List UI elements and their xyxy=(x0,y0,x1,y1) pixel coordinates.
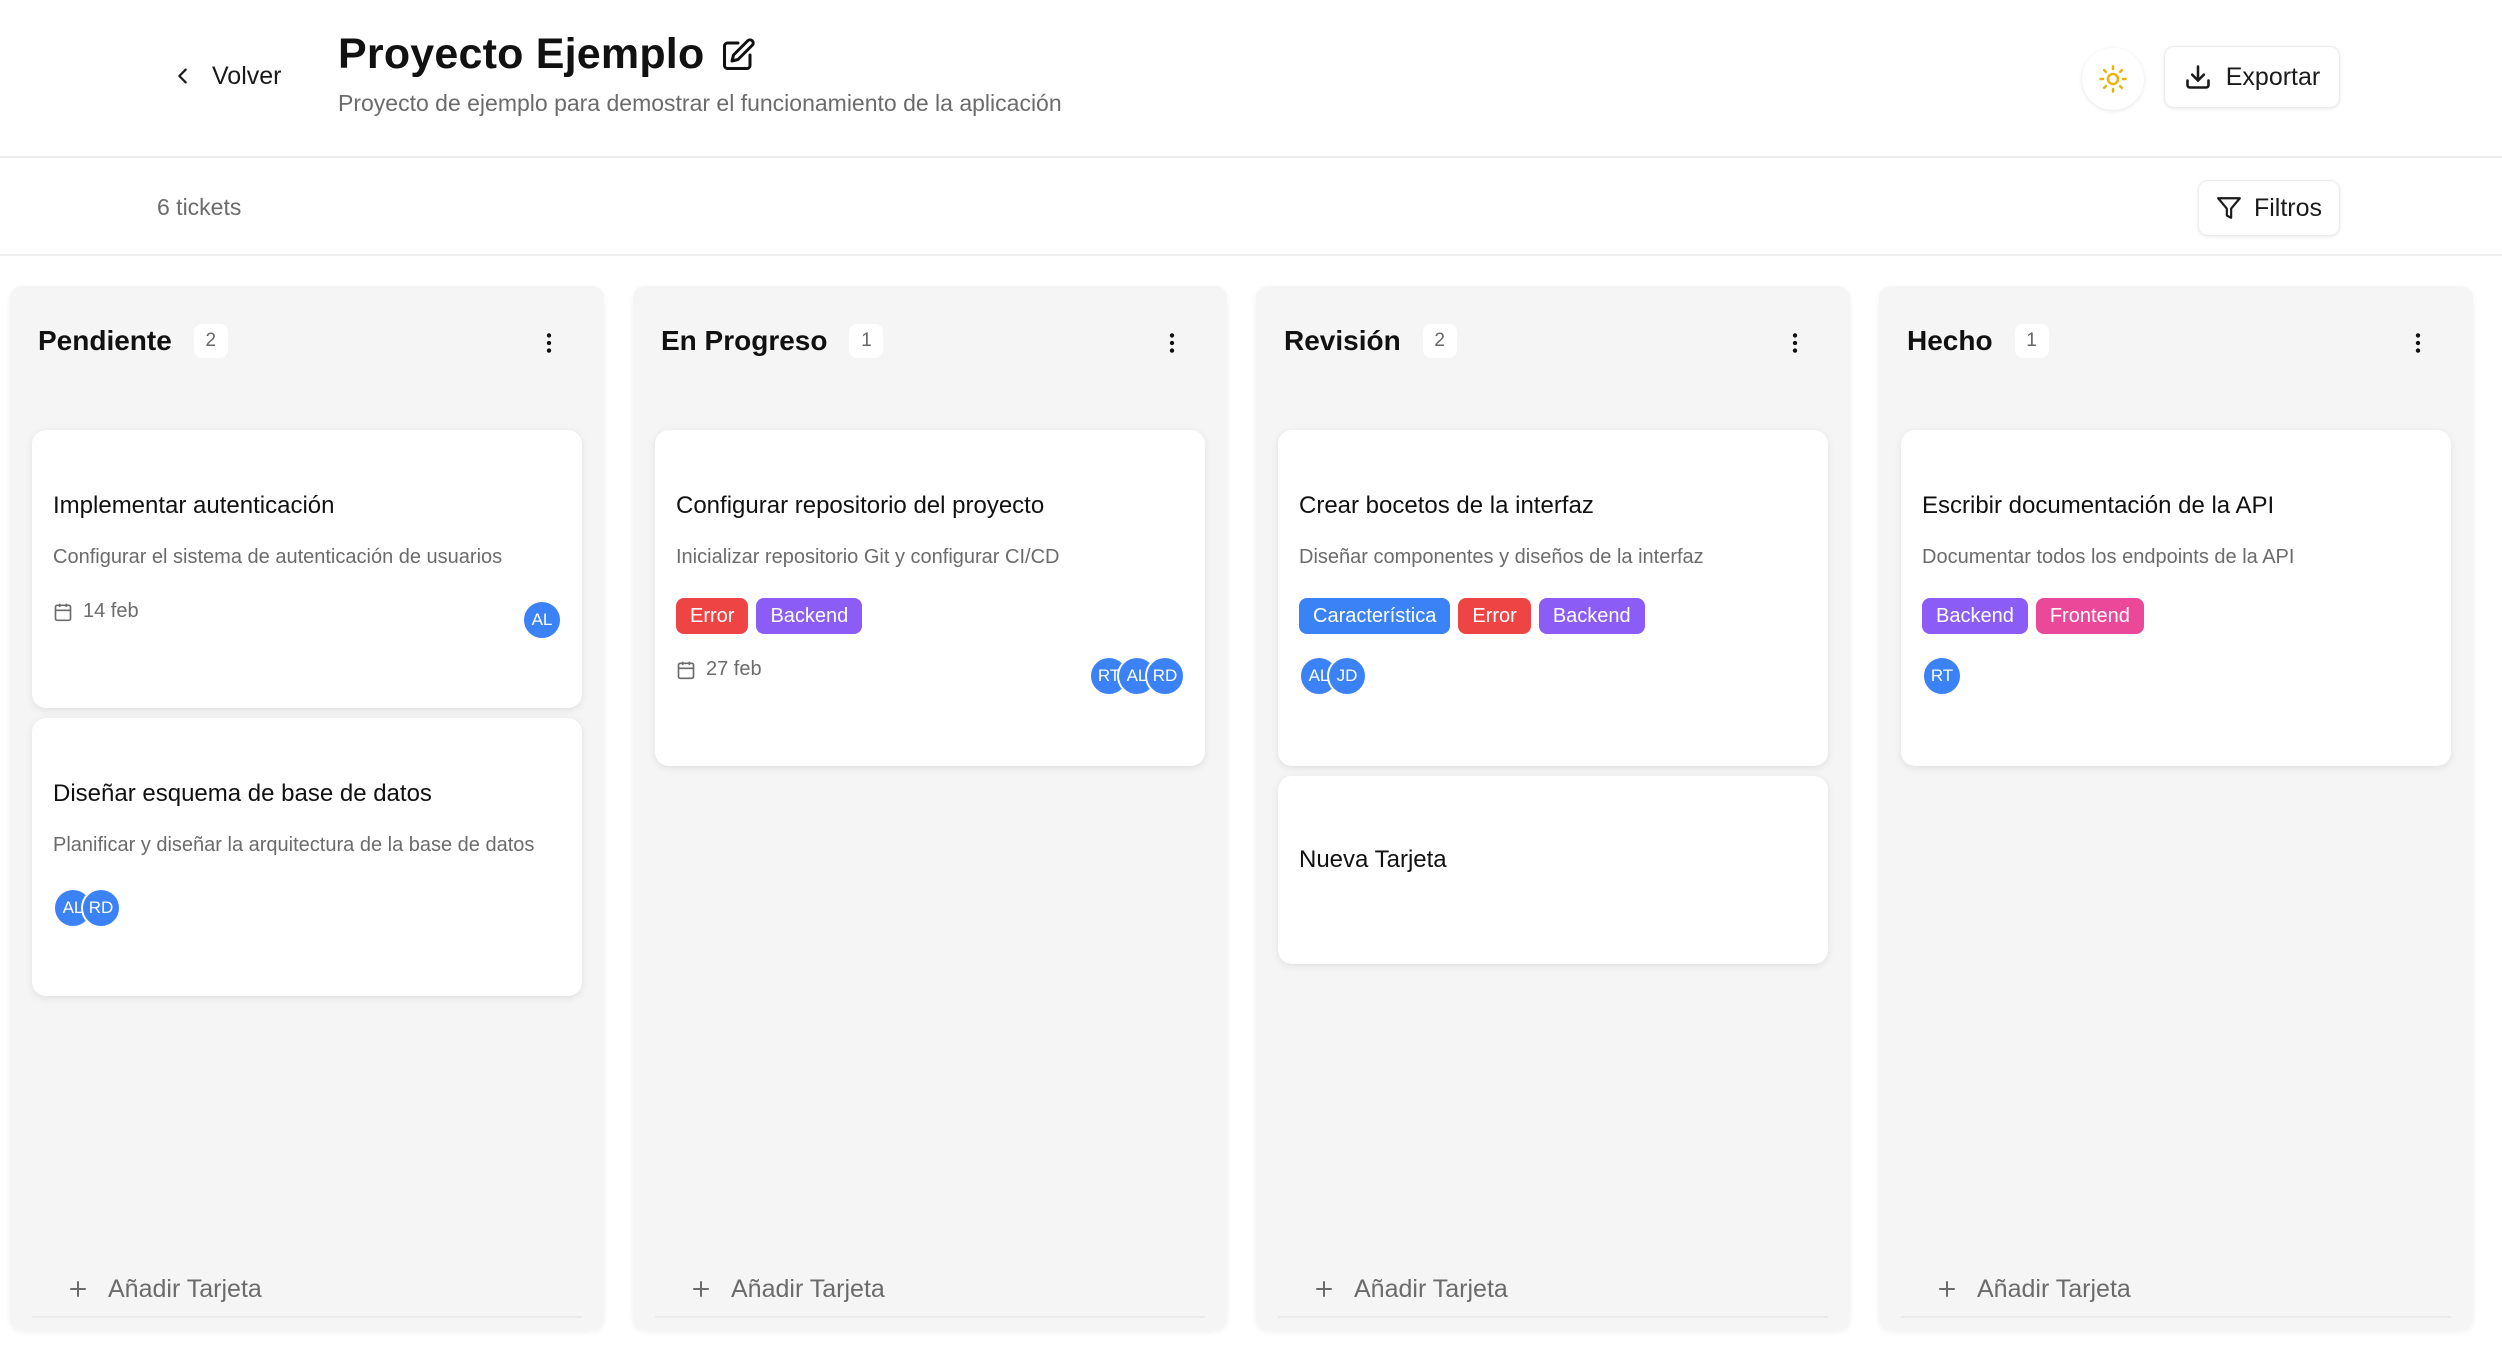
assignee-avatars: AL RD xyxy=(53,888,121,928)
card-title: Configurar repositorio del proyecto xyxy=(676,492,1045,519)
more-vertical-icon[interactable] xyxy=(1157,328,1187,358)
column-pendiente: Pendiente 2 Implementar autenticación Co… xyxy=(10,286,604,1330)
tag-backend[interactable]: Backend xyxy=(1538,598,1645,634)
tag-backend[interactable]: Backend xyxy=(756,598,863,634)
plus-icon xyxy=(70,1281,86,1297)
toolbar: 6 tickets Filtros xyxy=(0,160,2502,256)
card-title: Diseñar esquema de base de datos xyxy=(53,780,432,807)
column-header: Pendiente 2 xyxy=(38,324,228,358)
chevron-left-icon xyxy=(178,68,187,84)
more-vertical-icon[interactable] xyxy=(1780,328,1810,358)
column-count-badge: 1 xyxy=(2014,324,2049,358)
tag-error[interactable]: Error xyxy=(1458,598,1531,634)
column-title: Hecho xyxy=(1907,325,1993,356)
due-date: 14 feb xyxy=(53,600,139,623)
column-hecho: Hecho 1 Escribir documentación de la API… xyxy=(1879,286,2473,1330)
download-icon xyxy=(2185,65,2210,89)
column-count-badge: 2 xyxy=(193,324,228,358)
ticket-count: 6 tickets xyxy=(157,194,242,220)
filter-icon xyxy=(2217,197,2241,219)
column-count-badge: 2 xyxy=(1422,324,1457,358)
tag-error[interactable]: Error xyxy=(676,598,749,634)
column-header: Revisión 2 xyxy=(1284,324,1457,358)
tag-caracteristica[interactable]: Característica xyxy=(1299,598,1451,634)
more-vertical-icon[interactable] xyxy=(2403,328,2433,358)
avatar[interactable]: JD xyxy=(1327,656,1367,696)
add-card-button[interactable]: Añadir Tarjeta xyxy=(655,1262,1205,1318)
card-title: Escribir documentación de la API xyxy=(1922,492,2275,519)
add-card-button[interactable]: Añadir Tarjeta xyxy=(1278,1262,1828,1318)
theme-toggle-button[interactable] xyxy=(2082,48,2144,110)
ticket-card[interactable]: Nueva Tarjeta xyxy=(1278,776,1828,964)
filter-button[interactable]: Filtros xyxy=(2198,180,2340,236)
column-en-progreso: En Progreso 1 Configurar repositorio del… xyxy=(633,286,1227,1330)
assignee-avatars: RT xyxy=(1922,656,1962,696)
column-count-badge: 1 xyxy=(849,324,884,358)
card-title: Crear bocetos de la interfaz xyxy=(1299,492,1594,519)
back-button[interactable]: Volver xyxy=(172,56,281,96)
page-title[interactable]: Proyecto Ejemplo xyxy=(338,30,704,79)
card-description: Documentar todos los endpoints de la API xyxy=(1922,546,2295,568)
ticket-card[interactable]: Configurar repositorio del proyecto Inic… xyxy=(655,430,1205,766)
tag-backend[interactable]: Backend xyxy=(1922,598,2028,634)
column-header: Hecho 1 xyxy=(1907,324,2049,358)
more-vertical-icon[interactable] xyxy=(534,328,564,358)
add-card-label: Añadir Tarjeta xyxy=(1354,1274,1508,1303)
avatar[interactable]: RD xyxy=(81,888,121,928)
ticket-card[interactable]: Escribir documentación de la API Documen… xyxy=(1901,430,2451,766)
tag-list: Error Backend xyxy=(676,598,863,634)
card-title: Implementar autenticación xyxy=(53,492,335,519)
plus-icon xyxy=(693,1281,709,1297)
avatar[interactable]: RD xyxy=(1145,656,1185,696)
due-date: 27 feb xyxy=(676,658,762,681)
avatar[interactable]: RT xyxy=(1922,656,1962,696)
sun-icon xyxy=(2099,65,2127,93)
card-title: Nueva Tarjeta xyxy=(1299,846,1447,873)
title-row: Proyecto Ejemplo xyxy=(338,30,756,79)
ticket-card[interactable]: Crear bocetos de la interfaz Diseñar com… xyxy=(1278,430,1828,766)
assignee-avatars: AL JD xyxy=(1299,656,1367,696)
add-card-label: Añadir Tarjeta xyxy=(108,1274,262,1303)
filter-button-label: Filtros xyxy=(2253,193,2323,222)
export-button[interactable]: Exportar xyxy=(2164,46,2340,108)
add-card-button[interactable]: Añadir Tarjeta xyxy=(1901,1262,2451,1318)
ticket-card[interactable]: Implementar autenticación Configurar el … xyxy=(32,430,582,708)
column-revision: Revisión 2 Crear bocetos de la interfaz … xyxy=(1256,286,1850,1330)
kanban-board: Pendiente 2 Implementar autenticación Co… xyxy=(0,256,2502,1345)
card-description: Diseñar componentes y diseños de la inte… xyxy=(1299,546,1704,568)
card-description: Inicializar repositorio Git y configurar… xyxy=(676,546,1060,568)
page-subtitle: Proyecto de ejemplo para demostrar el fu… xyxy=(338,90,1062,116)
tag-list: Backend Frontend xyxy=(1922,598,2144,634)
due-date-label: 14 feb xyxy=(83,600,139,622)
back-button-label: Volver xyxy=(212,61,282,90)
page-header: Volver Proyecto Ejemplo Proyecto de ejem… xyxy=(0,0,2502,158)
calendar-icon xyxy=(54,603,72,621)
edit-icon[interactable] xyxy=(720,37,756,73)
assignee-avatars: AL xyxy=(522,600,562,640)
column-header: En Progreso 1 xyxy=(661,324,884,358)
card-description: Configurar el sistema de autenticación d… xyxy=(53,546,503,568)
tag-frontend[interactable]: Frontend xyxy=(2035,598,2144,634)
card-description: Planificar y diseñar la arquitectura de … xyxy=(53,834,535,856)
add-card-label: Añadir Tarjeta xyxy=(1977,1274,2131,1303)
assignee-avatars: RT AL RD xyxy=(1089,656,1185,696)
ticket-card[interactable]: Diseñar esquema de base de datos Planifi… xyxy=(32,718,582,996)
due-date-label: 27 feb xyxy=(706,658,762,680)
add-card-label: Añadir Tarjeta xyxy=(731,1274,885,1303)
export-button-label: Exportar xyxy=(2225,62,2321,91)
plus-icon xyxy=(1316,1281,1332,1297)
plus-icon xyxy=(1939,1281,1955,1297)
column-title: En Progreso xyxy=(661,325,828,356)
tag-list: Característica Error Backend xyxy=(1299,598,1645,634)
column-title: Revisión xyxy=(1284,325,1401,356)
add-card-button[interactable]: Añadir Tarjeta xyxy=(32,1262,582,1318)
calendar-icon xyxy=(677,661,695,679)
avatar[interactable]: AL xyxy=(522,600,562,640)
column-title: Pendiente xyxy=(38,325,172,356)
